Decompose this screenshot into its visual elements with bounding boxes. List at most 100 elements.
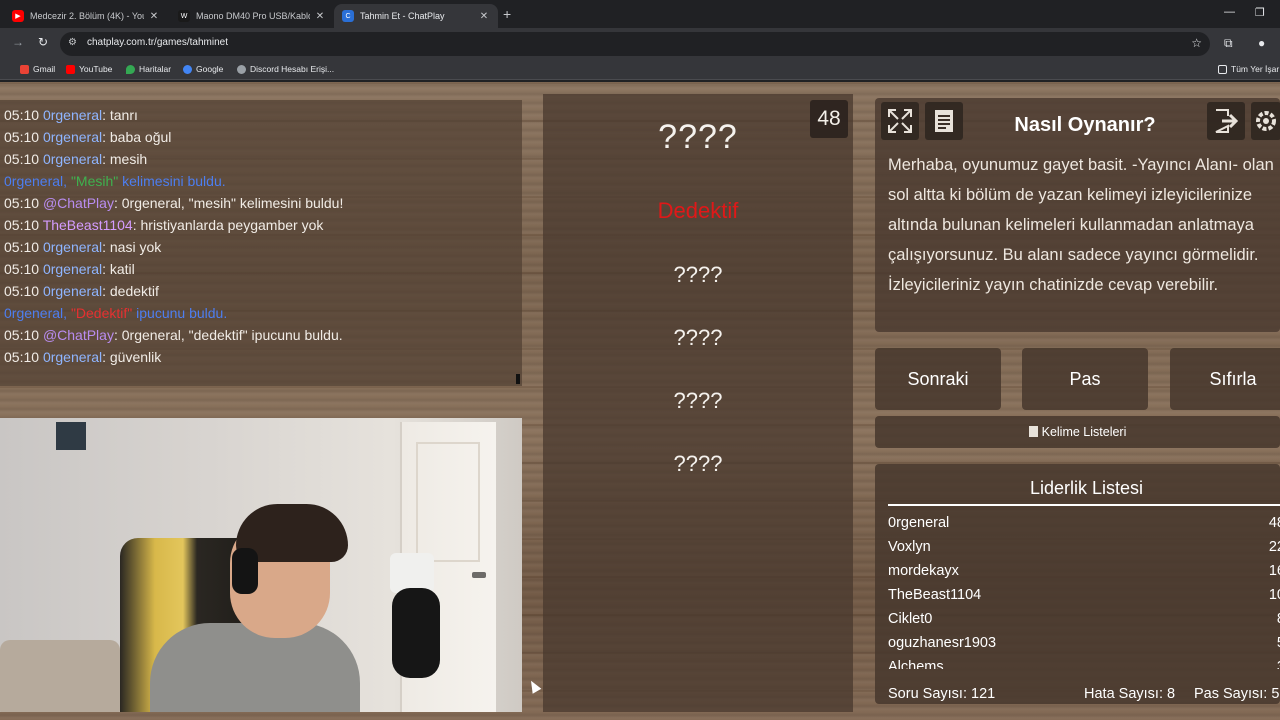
player-name: oguzhanesr1903: [888, 635, 997, 651]
username: 0rgeneral: [42, 129, 103, 145]
bookmark-label: Gmail: [33, 64, 56, 74]
bookmark-youtube[interactable]: YouTube: [66, 64, 112, 74]
tab-maono[interactable]: W Maono DM40 Pro USB/Kablosuz ✕: [170, 4, 334, 28]
webcam-overlay: [0, 418, 522, 712]
message-text: : dedektif: [102, 283, 159, 299]
maximize-icon[interactable]: ❐: [1255, 6, 1265, 19]
found-hint: Dedektif: [657, 198, 739, 223]
chat-message: 05:10 0rgeneral: dedektif: [4, 280, 518, 302]
player-name: TheBeast1104: [888, 587, 982, 603]
how-to-play-panel: Nasıl Oynanır? Merhaba, oyunumuz gayet b…: [875, 98, 1280, 332]
all-bookmarks[interactable]: Tüm Yer İşar: [1218, 64, 1279, 74]
time: 05:10: [4, 217, 40, 233]
logout-icon[interactable]: [1207, 102, 1245, 140]
bookmark-label: Discord Hesabı Erişi...: [250, 64, 335, 74]
reload-icon[interactable]: ↻: [38, 35, 48, 49]
pass-button[interactable]: Pas: [1022, 348, 1148, 410]
reset-button[interactable]: Sıfırla: [1170, 348, 1280, 410]
bookmark-label: YouTube: [79, 64, 113, 74]
leaderboard-divider: [888, 504, 1280, 506]
hint-word: ????: [673, 262, 723, 287]
chat-message: 05:10 0rgeneral: katil: [4, 258, 518, 280]
time: 05:10: [4, 349, 40, 365]
bookmark-maps[interactable]: Haritalar: [126, 64, 171, 74]
chatplay-icon: C: [342, 10, 354, 22]
username: 0rgeneral: [42, 239, 103, 255]
username: 0rgeneral: [42, 349, 103, 365]
username: 0rgeneral: [42, 283, 103, 299]
message-text: kelimesini buldu.: [118, 173, 226, 189]
bookmark-discord[interactable]: Discord Hesabı Erişi...: [237, 64, 334, 74]
player-name: mordekayx: [888, 563, 959, 579]
player-score: 10: [1268, 587, 1280, 603]
chat-message: 05:10 TheBeast1104: hristiyanlarda peyga…: [4, 214, 518, 236]
bookmark-label: Google: [196, 64, 224, 74]
door-panel: [416, 442, 480, 562]
player-name: Alchems: [888, 659, 944, 669]
address-bar[interactable]: ⚙ chatplay.com.tr/games/tahminet ☆: [60, 32, 1210, 56]
bookmark-label: Tüm Yer İşar: [1231, 64, 1280, 74]
youtube-icon: ▶: [12, 10, 24, 22]
player-score: 48: [1268, 515, 1280, 531]
leaderboard-row: 0rgeneral 48: [888, 515, 1280, 539]
secret-word: ????: [658, 118, 738, 156]
question-count: Soru Sayısı: 121: [888, 686, 996, 702]
url-text: chatplay.com.tr/games/tahminet: [87, 37, 228, 48]
leaderboard-row: Ciklet08: [888, 611, 1280, 635]
time: 05:10: [4, 195, 40, 211]
tab-chatplay[interactable]: C Tahmin Et - ChatPlay ✕: [334, 4, 498, 28]
username: @ChatPlay: [42, 195, 114, 211]
message-text: ipucunu buldu.: [132, 305, 228, 321]
chat-message: 05:10 0rgeneral: mesih: [4, 148, 518, 170]
close-icon[interactable]: ✕: [148, 11, 160, 22]
leaderboard-title: Liderlik Listesi: [1029, 478, 1144, 498]
tab-youtube[interactable]: ▶ Medcezir 2. Bölüm (4K) - YouTu ✕: [4, 4, 168, 28]
leaderboard-row: TheBeast1104 10: [888, 587, 1280, 611]
profile-icon[interactable]: ●: [1258, 36, 1265, 50]
username: 0rgeneral: [42, 261, 103, 277]
next-button[interactable]: Sonraki: [875, 348, 1001, 410]
chat-message: 05:10 @ChatPlay: 0rgeneral, "mesih" keli…: [4, 192, 518, 214]
bookmarks-bar: Gmail YouTube Haritalar Google Discord H…: [0, 60, 1280, 80]
message-text: : baba oğul: [102, 129, 172, 145]
headset-shape: [232, 548, 258, 594]
game-page: 05:10 0rgeneral: tanrı 05:10 0rgeneral: …: [0, 82, 1280, 720]
chat-message: 05:10 0rgeneral: baba oğul: [4, 126, 518, 148]
site-settings-icon[interactable]: ⚙: [68, 37, 77, 48]
bookmark-star-icon[interactable]: ☆: [1191, 36, 1202, 50]
how-to-play-text: Merhaba, oyunumuz gayet basit. -Yayıncı …: [888, 156, 1274, 294]
close-icon[interactable]: ✕: [478, 11, 490, 22]
time: 05:10: [4, 261, 40, 277]
hint-word: ????: [673, 451, 723, 476]
maps-icon: [126, 64, 135, 74]
time: 05:10: [4, 129, 40, 145]
leaderboard-panel: Liderlik Listesi 0rgeneral 48 Voxlyn 22 mo…: [875, 464, 1280, 704]
streamer-body: [150, 623, 360, 712]
chat-scrollbar[interactable]: [516, 374, 520, 384]
time: 05:10: [4, 239, 40, 255]
extensions-icon[interactable]: ⧉: [1224, 36, 1233, 51]
player-name: 0rgeneral: [888, 515, 950, 531]
gmail-icon: [20, 64, 29, 74]
door-handle: [472, 572, 486, 578]
tab-label: Tahmin Et - ChatPlay: [360, 11, 445, 21]
player-score: 22: [1268, 539, 1280, 555]
wall-frame: [56, 422, 86, 450]
new-tab-button[interactable]: +: [503, 6, 511, 22]
username: TheBeast1104: [42, 217, 133, 233]
w-site-icon: W: [178, 10, 190, 22]
found-word: "Dedektif": [70, 305, 133, 321]
close-icon[interactable]: ✕: [314, 11, 326, 22]
forward-icon[interactable]: →: [12, 35, 24, 49]
bookmark-label: Haritalar: [139, 64, 172, 74]
leaderboard-row: oguzhanesr19035: [888, 635, 1280, 659]
chat-message: 05:10 @ChatPlay: 0rgeneral, "dedektif" i…: [4, 324, 518, 346]
settings-icon[interactable]: [1251, 102, 1280, 140]
bookmark-gmail[interactable]: Gmail: [20, 64, 55, 74]
message-text: : nasi yok: [102, 239, 162, 255]
time: 05:10: [4, 327, 40, 343]
bookmark-google[interactable]: Google: [183, 64, 223, 74]
minimize-icon[interactable]: —: [1224, 6, 1235, 18]
message-text: : mesih: [102, 151, 148, 167]
word-lists-button[interactable]: Kelime Listeleri: [875, 416, 1280, 448]
